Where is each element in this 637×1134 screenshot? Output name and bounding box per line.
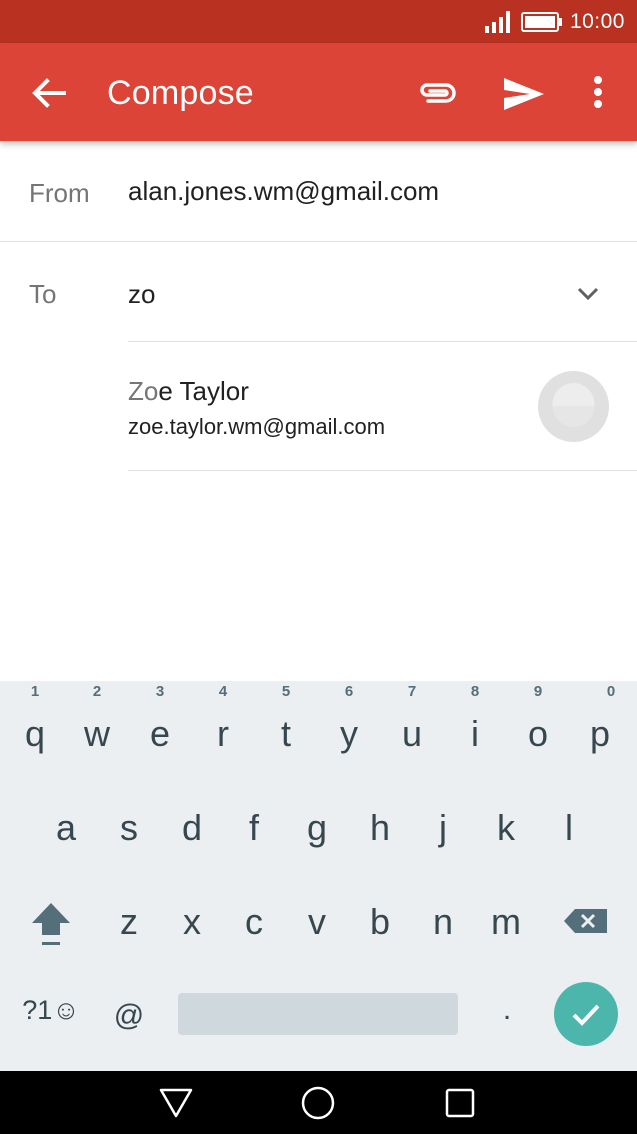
key-label: p — [589, 713, 611, 754]
key-d[interactable]: d — [161, 807, 223, 849]
nav-recents-icon — [445, 1088, 475, 1118]
key-hint: 9 — [533, 683, 543, 700]
key-x[interactable]: x — [161, 901, 223, 943]
page-title: Compose — [107, 74, 254, 112]
key-u[interactable]: 7u — [381, 683, 443, 755]
key-h[interactable]: h — [349, 807, 411, 849]
key-label: u — [401, 713, 423, 754]
divider — [0, 241, 637, 242]
key-k[interactable]: k — [475, 807, 537, 849]
keyboard: 1q 2w 3e 4r 5t 6y 7u 8i 9o 0p a s d f g … — [0, 681, 637, 1071]
battery-icon — [521, 12, 562, 32]
shift-icon — [32, 903, 70, 945]
key-t[interactable]: 5t — [255, 683, 317, 755]
contact-suggestion[interactable]: Zoe Taylor zoe.taylor.wm@gmail.com — [0, 342, 637, 470]
nav-back-icon — [159, 1088, 193, 1118]
suggestion-name: Zoe Taylor — [128, 376, 249, 407]
key-label: q — [24, 713, 46, 754]
key-s[interactable]: s — [98, 807, 160, 849]
suggestion-email: zoe.taylor.wm@gmail.com — [128, 414, 386, 439]
key-hint: 4 — [218, 683, 228, 700]
more-vert-icon — [594, 76, 602, 108]
backspace-key[interactable] — [555, 901, 617, 941]
key-l[interactable]: l — [538, 807, 600, 849]
nav-home-button[interactable] — [300, 1085, 336, 1121]
key-hint: 8 — [470, 683, 480, 700]
key-hint: 5 — [281, 683, 291, 700]
expand-recipients-button[interactable] — [570, 276, 606, 312]
key-label: t — [280, 713, 291, 754]
key-y[interactable]: 6y — [318, 683, 380, 755]
nav-home-icon — [301, 1086, 335, 1120]
key-b[interactable]: b — [349, 901, 411, 943]
divider — [128, 470, 637, 471]
check-icon — [572, 1004, 600, 1026]
symbols-key[interactable]: ?1☺ — [18, 995, 84, 1026]
key-i[interactable]: 8i — [444, 683, 506, 755]
from-account[interactable]: alan.jones.wm@gmail.com — [128, 176, 439, 207]
key-p[interactable]: 0p — [569, 683, 631, 755]
key-hint: 2 — [92, 683, 102, 700]
key-r[interactable]: 4r — [192, 683, 254, 755]
contact-avatar-icon — [538, 371, 609, 442]
more-options-button[interactable] — [582, 70, 614, 118]
key-q[interactable]: 1q — [4, 683, 66, 755]
suggestion-name-match: Zo — [128, 376, 159, 406]
attach-button[interactable] — [414, 71, 462, 117]
back-button[interactable] — [26, 70, 72, 116]
key-label: w — [84, 713, 110, 754]
key-g[interactable]: g — [286, 807, 348, 849]
from-label: From — [29, 178, 90, 208]
to-label: To — [29, 279, 57, 309]
key-hint: 1 — [30, 683, 40, 700]
key-e[interactable]: 3e — [129, 683, 191, 755]
app-bar: Compose — [0, 43, 637, 141]
enter-button[interactable] — [554, 982, 618, 1046]
key-w[interactable]: 2w — [66, 683, 128, 755]
backspace-icon — [564, 909, 607, 933]
to-field[interactable] — [120, 272, 556, 316]
space-bar[interactable] — [178, 993, 458, 1035]
key-label: e — [149, 713, 171, 754]
shift-key[interactable] — [20, 895, 82, 951]
signal-icon — [485, 11, 510, 33]
key-n[interactable]: n — [412, 901, 474, 943]
key-hint: 3 — [155, 683, 165, 700]
nav-recents-button[interactable] — [442, 1085, 478, 1121]
key-label: y — [340, 713, 358, 754]
send-icon — [504, 78, 544, 110]
navigation-bar — [0, 1071, 637, 1134]
key-label: r — [217, 713, 229, 754]
key-j[interactable]: j — [412, 807, 474, 849]
chevron-down-icon — [577, 287, 599, 301]
key-c[interactable]: c — [223, 901, 285, 943]
arrow-back-icon — [32, 78, 66, 108]
key-f[interactable]: f — [223, 807, 285, 849]
period-key[interactable]: . — [476, 993, 538, 1027]
key-m[interactable]: m — [475, 901, 537, 943]
key-label: o — [527, 713, 549, 754]
key-label: i — [471, 713, 479, 754]
key-a[interactable]: a — [35, 807, 97, 849]
key-v[interactable]: v — [286, 901, 348, 943]
suggestion-name-rest: e Taylor — [158, 376, 249, 406]
status-time: 10:00 — [569, 10, 625, 33]
key-hint: 6 — [344, 683, 354, 700]
key-o[interactable]: 9o — [507, 683, 569, 755]
key-hint: 0 — [606, 683, 616, 700]
send-button[interactable] — [500, 70, 548, 118]
at-key[interactable]: @ — [98, 999, 160, 1033]
status-bar: 10:00 — [0, 0, 637, 43]
key-hint: 7 — [407, 683, 417, 700]
key-z[interactable]: z — [98, 901, 160, 943]
nav-back-button[interactable] — [158, 1085, 194, 1121]
paperclip-icon — [420, 83, 456, 103]
